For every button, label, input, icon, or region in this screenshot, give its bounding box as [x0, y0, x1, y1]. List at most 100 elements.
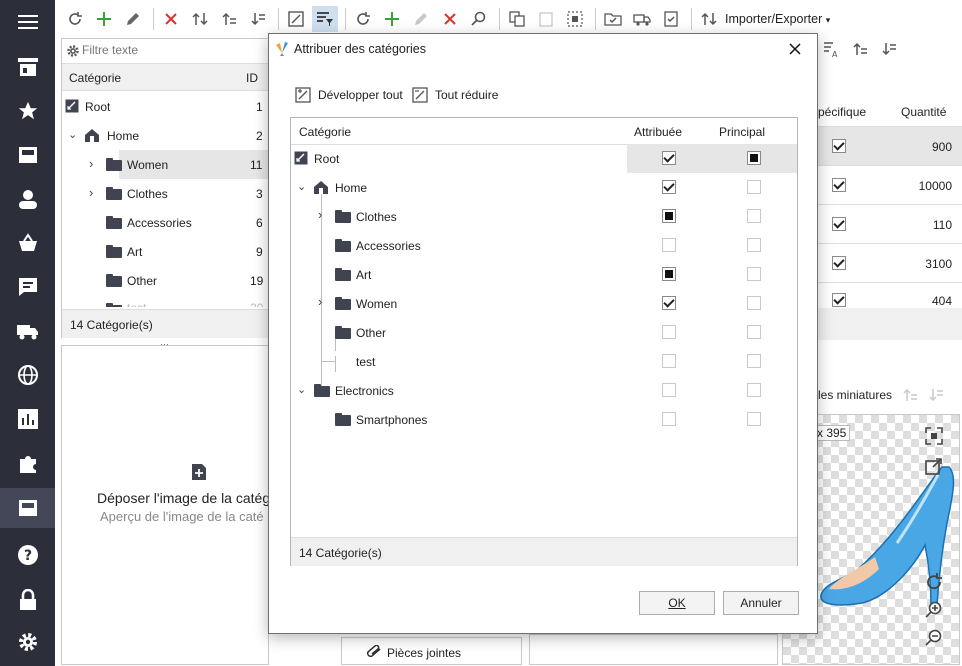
- nav-inbox[interactable]: [0, 135, 55, 175]
- assigned-checkbox[interactable]: [662, 267, 676, 281]
- table-row[interactable]: test: [291, 347, 797, 376]
- primary-checkbox[interactable]: [747, 267, 761, 281]
- primary-checkbox[interactable]: [747, 296, 761, 310]
- primary-checkbox[interactable]: [747, 354, 761, 368]
- table-row[interactable]: Root: [291, 144, 797, 173]
- table-row[interactable]: 404: [818, 283, 962, 308]
- column-header-category[interactable]: Catégorie: [69, 71, 121, 85]
- assigned-checkbox[interactable]: [662, 238, 676, 252]
- specific-checkbox[interactable]: [832, 217, 846, 231]
- table-row[interactable]: Art 9: [62, 237, 268, 266]
- column-header-specific[interactable]: pécifique: [818, 105, 866, 119]
- nav-help[interactable]: ?: [0, 535, 55, 575]
- delete-button[interactable]: [158, 6, 184, 32]
- column-header-primary[interactable]: Principal: [719, 125, 765, 139]
- nav-store[interactable]: [0, 47, 55, 87]
- column-header-category[interactable]: Catégorie: [299, 125, 351, 139]
- paste-button[interactable]: [533, 6, 559, 32]
- nav-favorites[interactable]: [0, 91, 55, 131]
- cancel-button[interactable]: Annuler: [723, 591, 799, 615]
- table-row[interactable]: › Clothes: [291, 202, 797, 231]
- sort-az-button[interactable]: A: [818, 36, 844, 62]
- chevron-right-icon[interactable]: ›: [89, 157, 99, 170]
- table-row[interactable]: Other: [291, 318, 797, 347]
- zoom-out-icon[interactable]: [925, 629, 943, 647]
- column-header-assigned[interactable]: Attribuée: [634, 125, 682, 139]
- zoom-in-icon[interactable]: [925, 601, 943, 619]
- chevron-right-icon[interactable]: ›: [318, 208, 328, 221]
- move-up-button[interactable]: [847, 36, 873, 62]
- assigned-checkbox[interactable]: [662, 151, 676, 165]
- table-row[interactable]: 10000: [818, 166, 962, 205]
- assigned-checkbox[interactable]: [662, 412, 676, 426]
- primary-checkbox[interactable]: [747, 238, 761, 252]
- nav-settings[interactable]: [0, 622, 55, 662]
- nav-orders[interactable]: [0, 223, 55, 263]
- nav-modules[interactable]: [0, 443, 55, 483]
- copy-button[interactable]: [504, 6, 530, 32]
- nav-shipping[interactable]: [0, 311, 55, 351]
- chevron-down-icon[interactable]: ⌄: [297, 182, 307, 193]
- column-header-id[interactable]: ID: [246, 71, 258, 85]
- filter-input[interactable]: [82, 42, 262, 58]
- chevron-down-icon[interactable]: ⌄: [68, 130, 78, 141]
- primary-checkbox[interactable]: [747, 412, 761, 426]
- assigned-checkbox[interactable]: [662, 325, 676, 339]
- nav-customers[interactable]: [0, 179, 55, 219]
- table-row[interactable]: Accessories: [291, 231, 797, 260]
- nav-international[interactable]: [0, 355, 55, 395]
- assign-category-button[interactable]: [600, 6, 626, 32]
- import-export-menu[interactable]: Importer/Exporter ▾: [725, 12, 830, 26]
- external-link-icon[interactable]: [925, 457, 943, 475]
- close-icon[interactable]: [789, 43, 801, 55]
- edit-product-button[interactable]: [408, 6, 434, 32]
- search-button[interactable]: [466, 6, 492, 32]
- filter-button[interactable]: [312, 6, 338, 32]
- move-button[interactable]: [187, 6, 213, 32]
- table-row[interactable]: ⌄ Electronics: [291, 376, 797, 405]
- arrow-up-icon[interactable]: [902, 387, 918, 403]
- attachments-tab[interactable]: Pièces jointes: [341, 637, 522, 665]
- table-row[interactable]: Other 19: [62, 266, 268, 295]
- assigned-checkbox[interactable]: [662, 296, 676, 310]
- primary-checkbox[interactable]: [747, 151, 761, 165]
- table-row[interactable]: Accessories 6: [62, 208, 268, 237]
- fit-screen-icon[interactable]: [925, 427, 943, 445]
- rotate-icon[interactable]: [925, 573, 943, 591]
- image-drop-zone[interactable]: Déposer l'image de la catégo Aperçu de l…: [61, 345, 278, 665]
- table-row[interactable]: test 20: [62, 295, 268, 307]
- select-button[interactable]: [562, 6, 588, 32]
- table-row[interactable]: ⌄ Home 2: [62, 121, 268, 150]
- specific-checkbox[interactable]: [832, 256, 846, 270]
- table-row[interactable]: › Clothes 3: [62, 179, 268, 208]
- column-header-quantity[interactable]: Quantité: [901, 105, 946, 119]
- delete-product-button[interactable]: [437, 6, 463, 32]
- table-row[interactable]: 110: [818, 205, 962, 244]
- table-row[interactable]: Art: [291, 260, 797, 289]
- expand-all-button[interactable]: Développer tout: [295, 85, 403, 105]
- nav-catalog[interactable]: [0, 488, 55, 528]
- gear-icon[interactable]: [66, 44, 80, 58]
- collapse-all-button[interactable]: Tout réduire: [412, 85, 498, 105]
- assigned-checkbox[interactable]: [662, 383, 676, 397]
- table-row[interactable]: 3100: [818, 244, 962, 283]
- import-export-icon-button[interactable]: [696, 6, 722, 32]
- table-row[interactable]: ⌄ Home: [291, 173, 797, 202]
- specific-checkbox[interactable]: [832, 139, 846, 153]
- chevron-right-icon[interactable]: ›: [318, 295, 328, 308]
- table-row[interactable]: › Women 11: [62, 150, 268, 179]
- specific-checkbox[interactable]: [832, 178, 846, 192]
- primary-checkbox[interactable]: [747, 209, 761, 223]
- assigned-checkbox[interactable]: [662, 354, 676, 368]
- nav-statistics[interactable]: [0, 399, 55, 439]
- approve-button[interactable]: [658, 6, 684, 32]
- primary-checkbox[interactable]: [747, 325, 761, 339]
- edit-button[interactable]: [120, 6, 146, 32]
- assigned-checkbox[interactable]: [662, 209, 676, 223]
- menu-button[interactable]: [0, 2, 55, 42]
- ok-button[interactable]: OK: [639, 591, 715, 615]
- arrow-down-icon[interactable]: [928, 387, 944, 403]
- nav-security[interactable]: [0, 580, 55, 620]
- move-down-button[interactable]: [245, 6, 271, 32]
- add-product-button[interactable]: [379, 6, 405, 32]
